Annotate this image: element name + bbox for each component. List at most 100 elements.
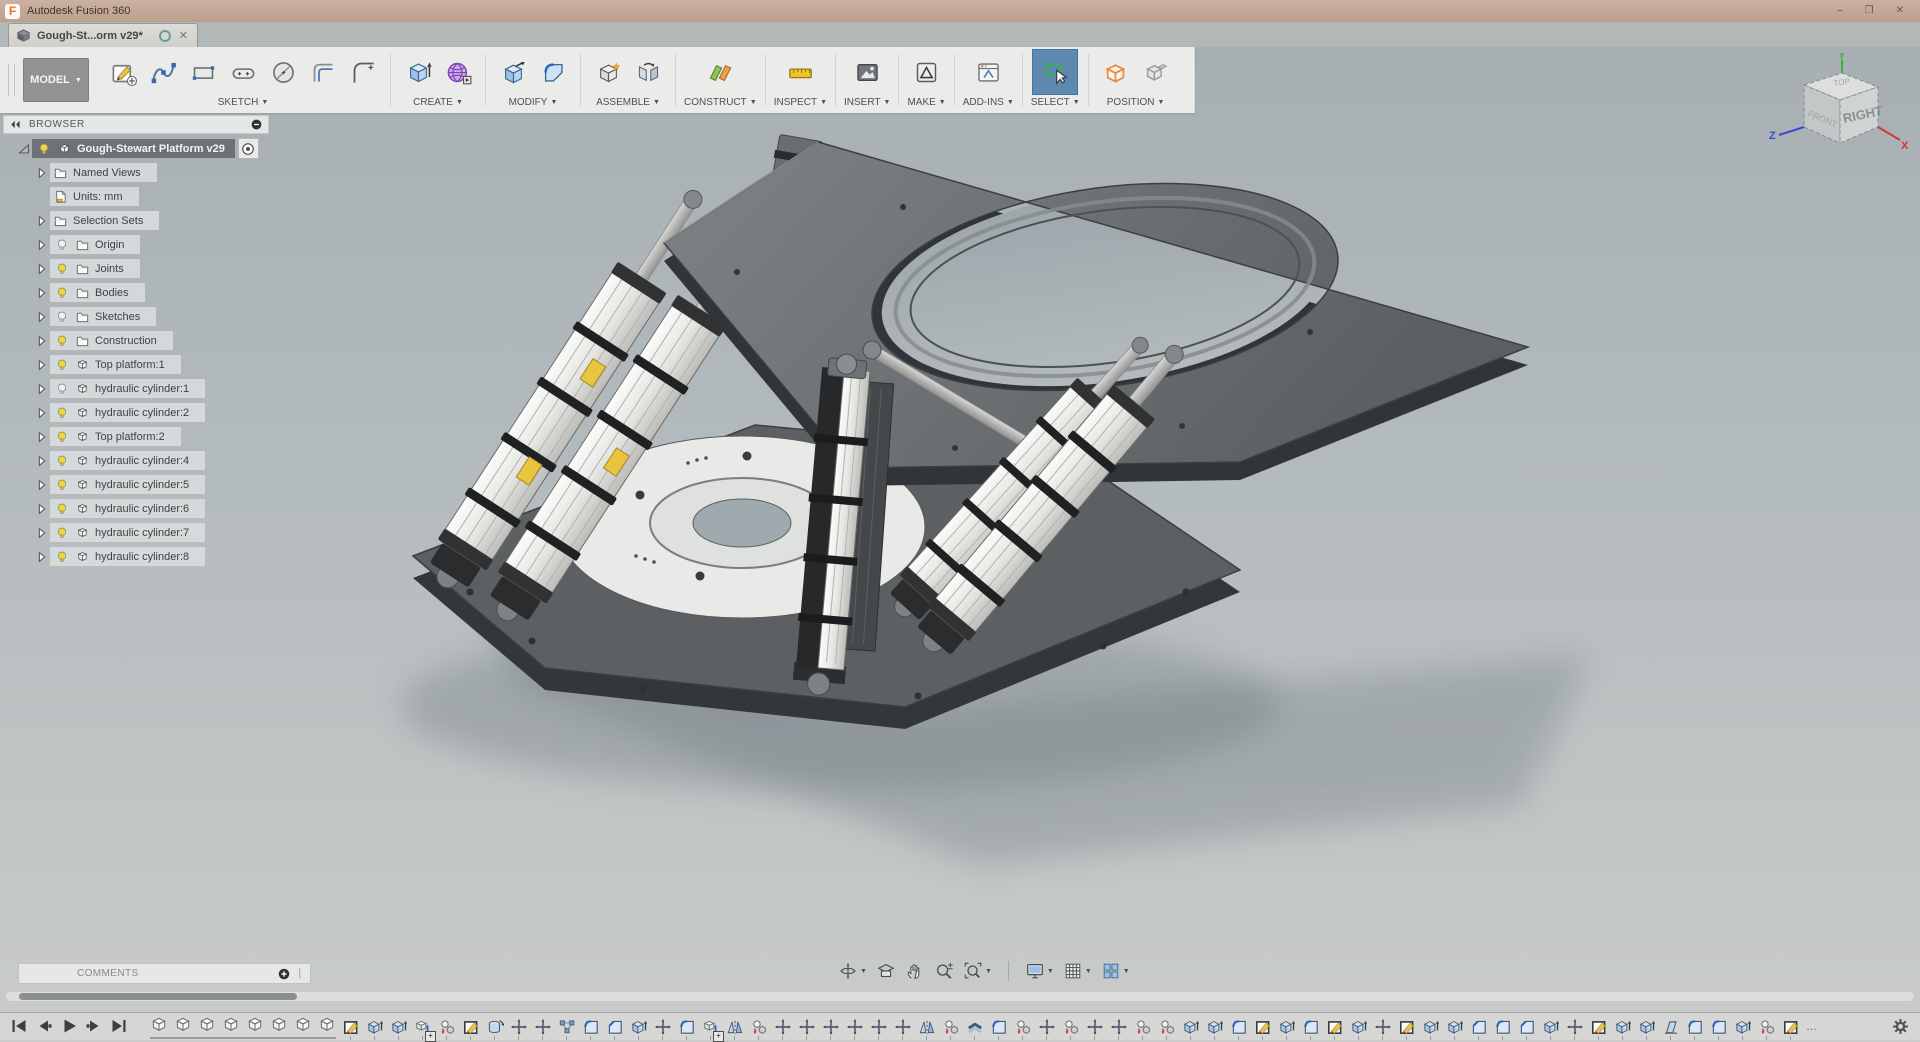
timeline-move-icon[interactable]	[1566, 1018, 1584, 1039]
visibility-bulb-icon[interactable]	[53, 237, 70, 253]
browser-item-surface[interactable]: hydraulic cylinder:1	[50, 379, 205, 398]
browser-item-units-mm[interactable]: Units: mm	[3, 187, 269, 206]
revert-position-icon[interactable]	[1137, 52, 1175, 92]
browser-item-top-platform-1[interactable]: Top platform:1	[3, 355, 269, 374]
browser-item-surface[interactable]: Units: mm	[50, 187, 139, 206]
timeline-extrude-icon[interactable]	[366, 1018, 384, 1039]
browser-item-hydraulic-cylinder-2[interactable]: hydraulic cylinder:2	[3, 403, 269, 422]
timeline-component-icon[interactable]	[246, 1015, 264, 1036]
timeline-joint-icon[interactable]	[438, 1018, 456, 1039]
chevron-down-icon[interactable]: ▼	[1047, 968, 1054, 975]
chevron-down-icon[interactable]: ▼	[1123, 968, 1130, 975]
timeline-component-icon[interactable]	[150, 1015, 168, 1036]
timeline-move-icon[interactable]	[822, 1018, 840, 1039]
timeline-mirror-icon[interactable]	[726, 1018, 744, 1039]
insert-media-icon[interactable]	[848, 52, 886, 92]
viewports-icon[interactable]: ▼	[1101, 961, 1130, 981]
visibility-bulb-icon[interactable]	[53, 525, 70, 541]
browser-item-hydraulic-cylinder-6[interactable]: hydraulic cylinder:6	[3, 499, 269, 518]
timeline-fillet-icon[interactable]	[582, 1018, 600, 1039]
timeline-chamfer-icon[interactable]	[1518, 1018, 1536, 1039]
expand-arrow-icon[interactable]	[33, 405, 50, 421]
model-canvas[interactable]	[0, 47, 1920, 1012]
visibility-bulb-icon[interactable]	[53, 309, 70, 325]
browser-item-hydraulic-cylinder-1[interactable]: hydraulic cylinder:1	[3, 379, 269, 398]
browser-item-surface[interactable]: Origin	[50, 235, 140, 254]
timeline-extrude-icon[interactable]	[1206, 1018, 1224, 1039]
timeline-extrude-icon[interactable]	[1278, 1018, 1296, 1039]
expand-arrow-icon[interactable]	[33, 429, 50, 445]
timeline-move-icon[interactable]	[1374, 1018, 1392, 1039]
toolbar-menu-insert[interactable]: INSERT▼	[844, 95, 890, 110]
browser-item-hydraulic-cylinder-5[interactable]: hydraulic cylinder:5	[3, 475, 269, 494]
timeline-component-icon[interactable]	[318, 1015, 336, 1036]
toolbar-menu-position[interactable]: POSITION▼	[1107, 95, 1165, 110]
collapse-arrow-icon[interactable]	[15, 141, 32, 157]
visibility-bulb-icon[interactable]	[53, 477, 70, 493]
expand-arrow-icon[interactable]	[33, 261, 50, 277]
visibility-bulb-icon[interactable]	[53, 357, 70, 373]
expand-arrow-icon[interactable]	[33, 549, 50, 565]
expand-arrow-icon[interactable]	[33, 525, 50, 541]
expand-arrow-icon[interactable]	[33, 285, 50, 301]
timeline-move-icon[interactable]	[846, 1018, 864, 1039]
layout-grid-icon[interactable]: ▼	[1063, 961, 1092, 981]
slot-icon[interactable]	[224, 52, 262, 92]
timeline-sketch-icon[interactable]	[1782, 1018, 1800, 1039]
timeline-move-icon[interactable]	[534, 1018, 552, 1039]
browser-item-surface[interactable]: hydraulic cylinder:6	[50, 499, 205, 518]
minimize-button[interactable]: –	[1837, 0, 1843, 22]
timeline-move-icon[interactable]	[1086, 1018, 1104, 1039]
toolbar-menu-construct[interactable]: CONSTRUCT▼	[684, 95, 757, 110]
browser-item-named-views[interactable]: Named Views	[3, 163, 269, 182]
timeline-extrude-icon[interactable]	[1350, 1018, 1368, 1039]
timeline-rigid-group-icon[interactable]	[558, 1018, 576, 1039]
browser-item-surface[interactable]: Top platform:2	[50, 427, 181, 446]
timeline-fillet-icon[interactable]	[678, 1018, 696, 1039]
browser-item-origin[interactable]: Origin	[3, 235, 269, 254]
expand-arrow-icon[interactable]	[33, 453, 50, 469]
browser-item-surface[interactable]: hydraulic cylinder:7	[50, 523, 205, 542]
visibility-bulb-icon[interactable]	[53, 429, 70, 445]
timeline-component-icon[interactable]	[222, 1015, 240, 1036]
timeline-scrollbar[interactable]	[6, 992, 1914, 1001]
timeline-joint-icon[interactable]	[1134, 1018, 1152, 1039]
browser-item-top-platform-2[interactable]: Top platform:2	[3, 427, 269, 446]
timeline-move-icon[interactable]	[870, 1018, 888, 1039]
toolbar-menu-add-ins[interactable]: ADD-INS▼	[963, 95, 1014, 110]
comments-resize-grip[interactable]: ❘	[296, 968, 304, 979]
toolbar-menu-create[interactable]: CREATE▼	[413, 95, 463, 110]
browser-item-selection-sets[interactable]: Selection Sets	[3, 211, 269, 230]
visibility-bulb-icon[interactable]	[53, 453, 70, 469]
tab-close-button[interactable]: ✕	[177, 29, 190, 42]
timeline-derive-icon[interactable]: +	[702, 1018, 720, 1039]
timeline-move-icon[interactable]	[1038, 1018, 1056, 1039]
add-ins-icon[interactable]	[969, 52, 1007, 92]
timeline-revolve-icon[interactable]	[486, 1018, 504, 1039]
browser-item-surface[interactable]: Sketches	[50, 307, 156, 326]
timeline-extrude-icon[interactable]	[630, 1018, 648, 1039]
create-sketch-icon[interactable]	[104, 52, 142, 92]
expand-arrow-icon[interactable]	[33, 357, 50, 373]
toolbar-menu-inspect[interactable]: INSPECT▼	[774, 95, 827, 110]
timeline-move-icon[interactable]	[774, 1018, 792, 1039]
visibility-bulb-icon[interactable]	[53, 501, 70, 517]
timeline-extrude-icon[interactable]	[1542, 1018, 1560, 1039]
timeline-play-button[interactable]	[60, 1017, 80, 1037]
expand-arrow-icon[interactable]	[33, 309, 50, 325]
fit-icon[interactable]: ▼	[963, 961, 992, 981]
timeline-fillet-icon[interactable]	[1494, 1018, 1512, 1039]
browser-item-surface[interactable]: Selection Sets	[50, 211, 159, 230]
spline-icon[interactable]	[144, 52, 182, 92]
timeline-joint-icon[interactable]	[1062, 1018, 1080, 1039]
timeline-derive-icon[interactable]: +	[414, 1018, 432, 1039]
timeline-move-icon[interactable]	[510, 1018, 528, 1039]
timeline-move-icon[interactable]	[1110, 1018, 1128, 1039]
timeline-joint-icon[interactable]	[750, 1018, 768, 1039]
add-comment-icon[interactable]	[277, 967, 291, 981]
close-window-button[interactable]: ✕	[1896, 0, 1904, 22]
browser-item-hydraulic-cylinder-8[interactable]: hydraulic cylinder:8	[3, 547, 269, 566]
timeline-sketch-icon[interactable]	[462, 1018, 480, 1039]
workspace-selector[interactable]: MODEL ▼	[23, 58, 89, 102]
timeline-mirror-icon[interactable]	[918, 1018, 936, 1039]
